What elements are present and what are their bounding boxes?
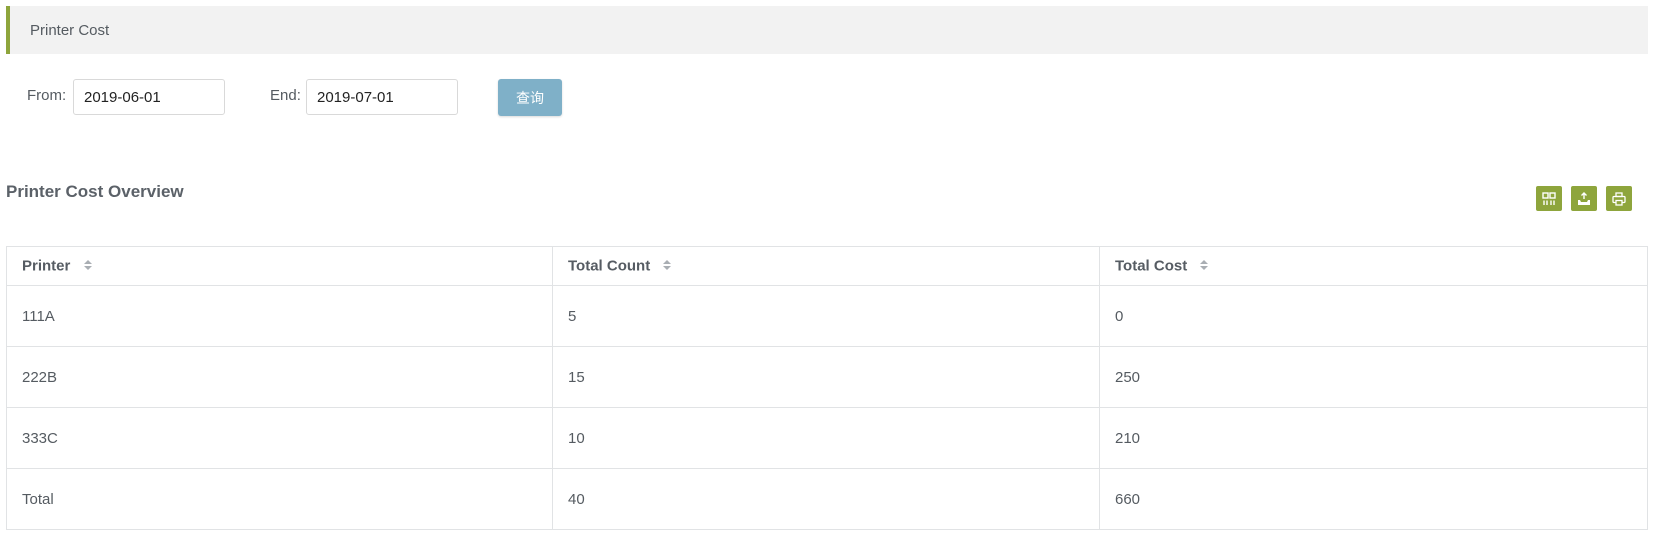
cell-total-count: 40 <box>552 468 1100 530</box>
cost-table: Printer Total Count Total Cost 111A 5 0 … <box>6 246 1648 530</box>
filter-bar: From: End: 查询 <box>0 79 1654 119</box>
print-button[interactable] <box>1606 186 1632 211</box>
cell-printer: 222B <box>6 346 553 408</box>
cell-printer: 111A <box>6 285 553 347</box>
page-header: Printer Cost <box>6 6 1648 54</box>
section-title: Printer Cost Overview <box>6 182 184 201</box>
export-button[interactable] <box>1571 186 1597 211</box>
sort-icon <box>83 260 92 271</box>
from-label: From: <box>27 87 67 104</box>
cell-total-cost: 210 <box>1099 407 1648 469</box>
export-icon <box>1578 191 1590 205</box>
cell-total-count: 5 <box>552 285 1100 347</box>
end-label: End: <box>270 87 301 104</box>
columns-button[interactable] <box>1536 186 1562 211</box>
table-header-row: Printer Total Count Total Cost <box>6 246 1648 286</box>
table-row: 111A 5 0 <box>6 285 1648 347</box>
table-total-row: Total 40 660 <box>6 468 1648 530</box>
cell-printer: 333C <box>6 407 553 469</box>
column-header-total-count[interactable]: Total Count <box>552 246 1100 286</box>
page: Printer Cost From: End: 查询 Printer Cost … <box>0 0 1654 536</box>
cell-total-cost: 660 <box>1099 468 1648 530</box>
sort-icon <box>663 260 672 271</box>
column-header-label: Total Cost <box>1115 257 1188 275</box>
page-title: Printer Cost <box>30 22 110 39</box>
column-header-label: Total Count <box>568 257 651 275</box>
columns-icon <box>1542 191 1556 205</box>
cell-total-cost: 0 <box>1099 285 1648 347</box>
print-icon <box>1612 191 1626 206</box>
cell-total-label: Total <box>6 468 553 530</box>
table-row: 222B 15 250 <box>6 346 1648 408</box>
column-header-printer[interactable]: Printer <box>6 246 553 286</box>
table-toolbar <box>1536 186 1632 211</box>
end-date-input[interactable] <box>306 79 458 115</box>
sort-icon <box>1200 260 1209 271</box>
table-row: 333C 10 210 <box>6 407 1648 469</box>
cell-total-cost: 250 <box>1099 346 1648 408</box>
from-date-input[interactable] <box>73 79 225 115</box>
column-header-total-cost[interactable]: Total Cost <box>1099 246 1648 286</box>
cell-total-count: 15 <box>552 346 1100 408</box>
cell-total-count: 10 <box>552 407 1100 469</box>
column-header-label: Printer <box>22 257 71 275</box>
query-button[interactable]: 查询 <box>498 79 562 116</box>
